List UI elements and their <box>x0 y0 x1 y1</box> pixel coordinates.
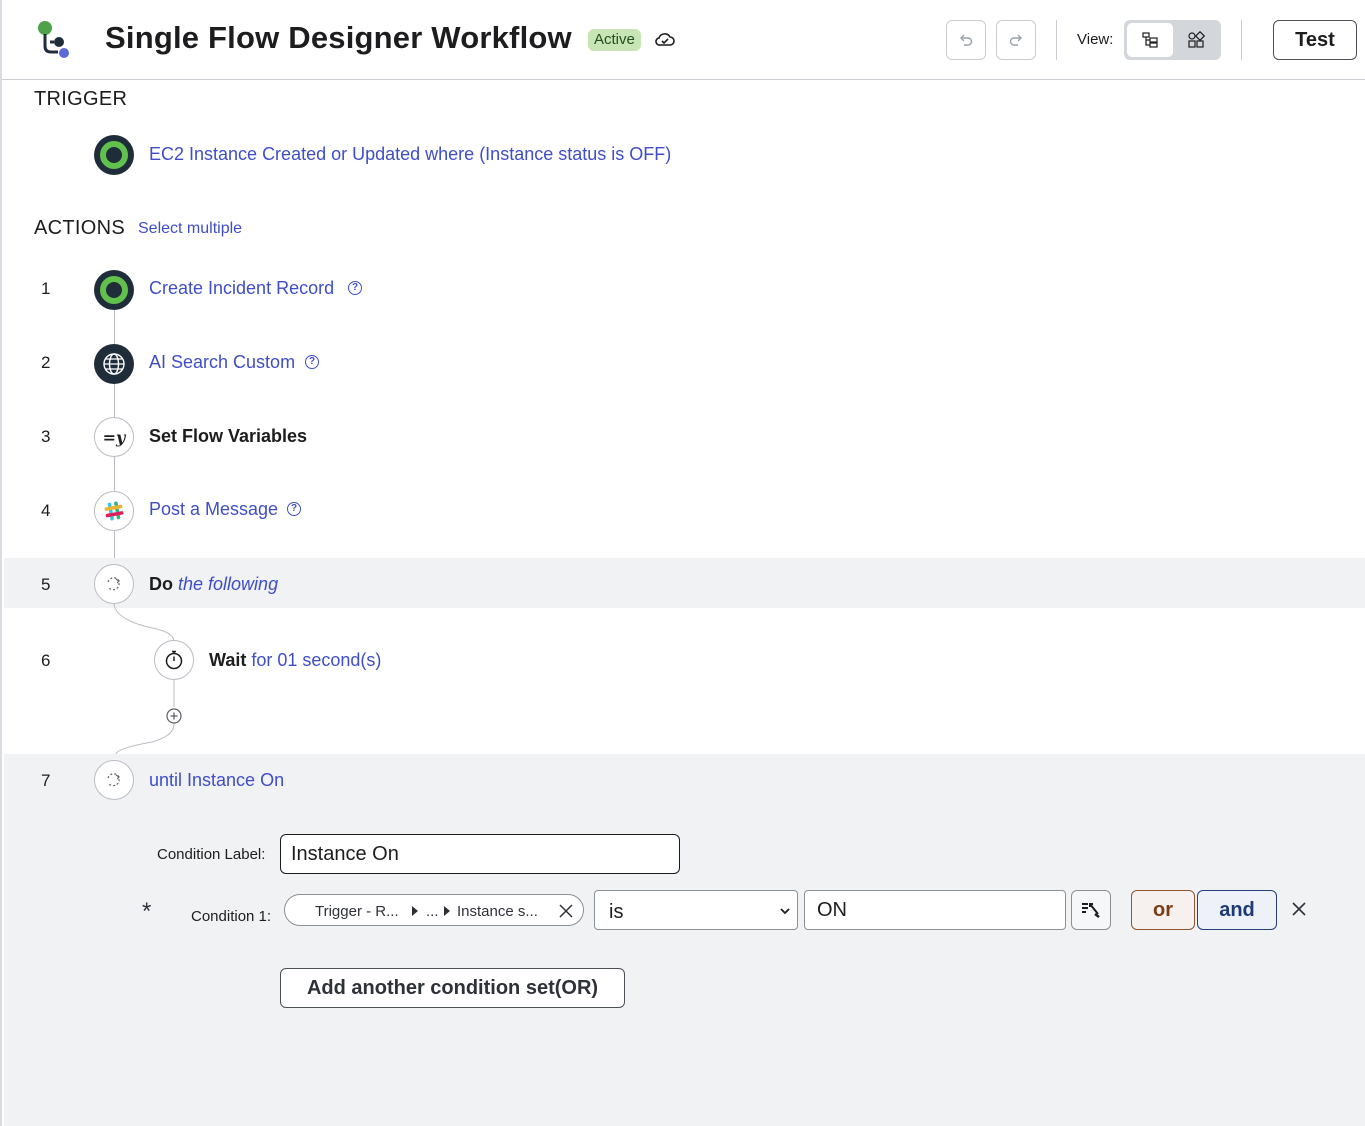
data-pill-picker-button[interactable] <box>1071 890 1111 930</box>
chevron-down-icon <box>780 908 790 915</box>
variable-icon-glyph: =y <box>102 427 126 447</box>
loop-icon <box>94 760 134 800</box>
step-number: 4 <box>41 501 51 520</box>
step-connector <box>114 457 115 492</box>
or-button[interactable]: or <box>1131 890 1195 930</box>
select-multiple-link[interactable]: Select multiple <box>138 220 242 238</box>
step-do-following[interactable]: Do the following <box>149 574 278 595</box>
condition-label-input[interactable] <box>280 834 680 874</box>
flow-logo-icon <box>38 21 69 58</box>
step-number: 6 <box>41 651 51 670</box>
add-condition-set-button[interactable]: Add another condition set(OR) <box>280 968 625 1008</box>
operator-select[interactable]: is <box>594 890 798 930</box>
caret-right-icon <box>444 906 450 916</box>
tree-view-icon <box>1142 32 1158 48</box>
help-icon[interactable]: ? <box>348 281 362 295</box>
trigger-description-link[interactable]: EC2 Instance Created or Updated where (I… <box>149 144 671 165</box>
redo-button[interactable] <box>996 20 1036 60</box>
canvas-view-button[interactable] <box>1173 23 1219 57</box>
condition-label-caption: Condition Label: <box>157 846 266 863</box>
step-number: 5 <box>41 575 51 594</box>
pill-segment-trigger: Trigger - R... <box>315 903 399 920</box>
step-ai-search-link[interactable]: AI Search Custom <box>149 352 295 373</box>
header-divider <box>1056 20 1057 60</box>
condition-data-pill[interactable]: Trigger - R... ... Instance s... <box>284 894 584 926</box>
caret-right-icon <box>412 906 418 916</box>
globe-icon <box>94 344 134 384</box>
step-until-instance-on[interactable]: until Instance On <box>149 770 284 791</box>
add-step-icon[interactable] <box>166 708 182 724</box>
step-set-flow-variables[interactable]: Set Flow Variables <box>149 426 307 447</box>
until-condition-panel <box>4 754 1365 1126</box>
pill-segment-ellipsis: ... <box>426 903 439 920</box>
nested-connector <box>113 603 175 755</box>
wait-duration: for 01 second(s) <box>251 650 382 670</box>
step-create-incident-link[interactable]: Create Incident Record <box>149 278 334 299</box>
trigger-section-label: TRIGGER <box>34 88 128 110</box>
timer-icon <box>154 640 194 680</box>
step-number: 3 <box>41 427 51 446</box>
servicenow-icon <box>94 135 134 175</box>
flow-designer-frame: Single Flow Designer Workflow Active Vie… <box>0 0 1365 1126</box>
condition-value-input[interactable] <box>804 890 1066 930</box>
view-toggle <box>1124 20 1221 60</box>
pill-segment-field: Instance s... <box>457 903 538 920</box>
step-wait[interactable]: Wait for 01 second(s) <box>209 650 381 671</box>
help-icon[interactable]: ? <box>305 355 319 369</box>
undo-icon <box>960 34 973 46</box>
view-label: View: <box>1077 31 1114 48</box>
undo-button[interactable] <box>946 20 986 60</box>
required-marker: * <box>142 898 152 925</box>
status-badge: Active <box>588 29 641 51</box>
and-button[interactable]: and <box>1197 890 1277 930</box>
remove-pill-icon[interactable] <box>558 903 574 919</box>
help-icon[interactable]: ? <box>287 502 301 516</box>
tree-view-button[interactable] <box>1127 23 1173 57</box>
step-number: 1 <box>41 279 51 298</box>
header-bar: Single Flow Designer Workflow Active Vie… <box>2 0 1365 80</box>
cloud-sync-icon[interactable] <box>654 30 676 50</box>
wait-keyword: Wait <box>209 650 247 670</box>
step-number: 7 <box>41 771 51 790</box>
servicenow-icon <box>94 270 134 310</box>
step-number: 2 <box>41 353 51 372</box>
test-button[interactable]: Test <box>1273 20 1357 60</box>
do-keyword: Do <box>149 574 173 594</box>
actions-section-label: ACTIONS <box>34 217 125 239</box>
delete-condition-icon[interactable] <box>1289 899 1309 919</box>
step-connector <box>114 310 115 345</box>
variable-icon: =y <box>94 417 134 457</box>
step-connector <box>114 384 115 419</box>
data-picker-icon <box>1082 903 1100 918</box>
step-post-message-link[interactable]: Post a Message <box>149 499 278 520</box>
do-following-text: the following <box>178 574 279 594</box>
condition-1-caption: Condition 1: <box>191 908 272 925</box>
slack-icon <box>94 491 134 531</box>
redo-icon <box>1009 34 1022 46</box>
header-divider <box>1241 20 1242 60</box>
loop-icon <box>94 564 134 604</box>
operator-value: is <box>609 901 624 923</box>
canvas-view-icon <box>1188 31 1205 48</box>
page-title: Single Flow Designer Workflow <box>105 20 572 55</box>
